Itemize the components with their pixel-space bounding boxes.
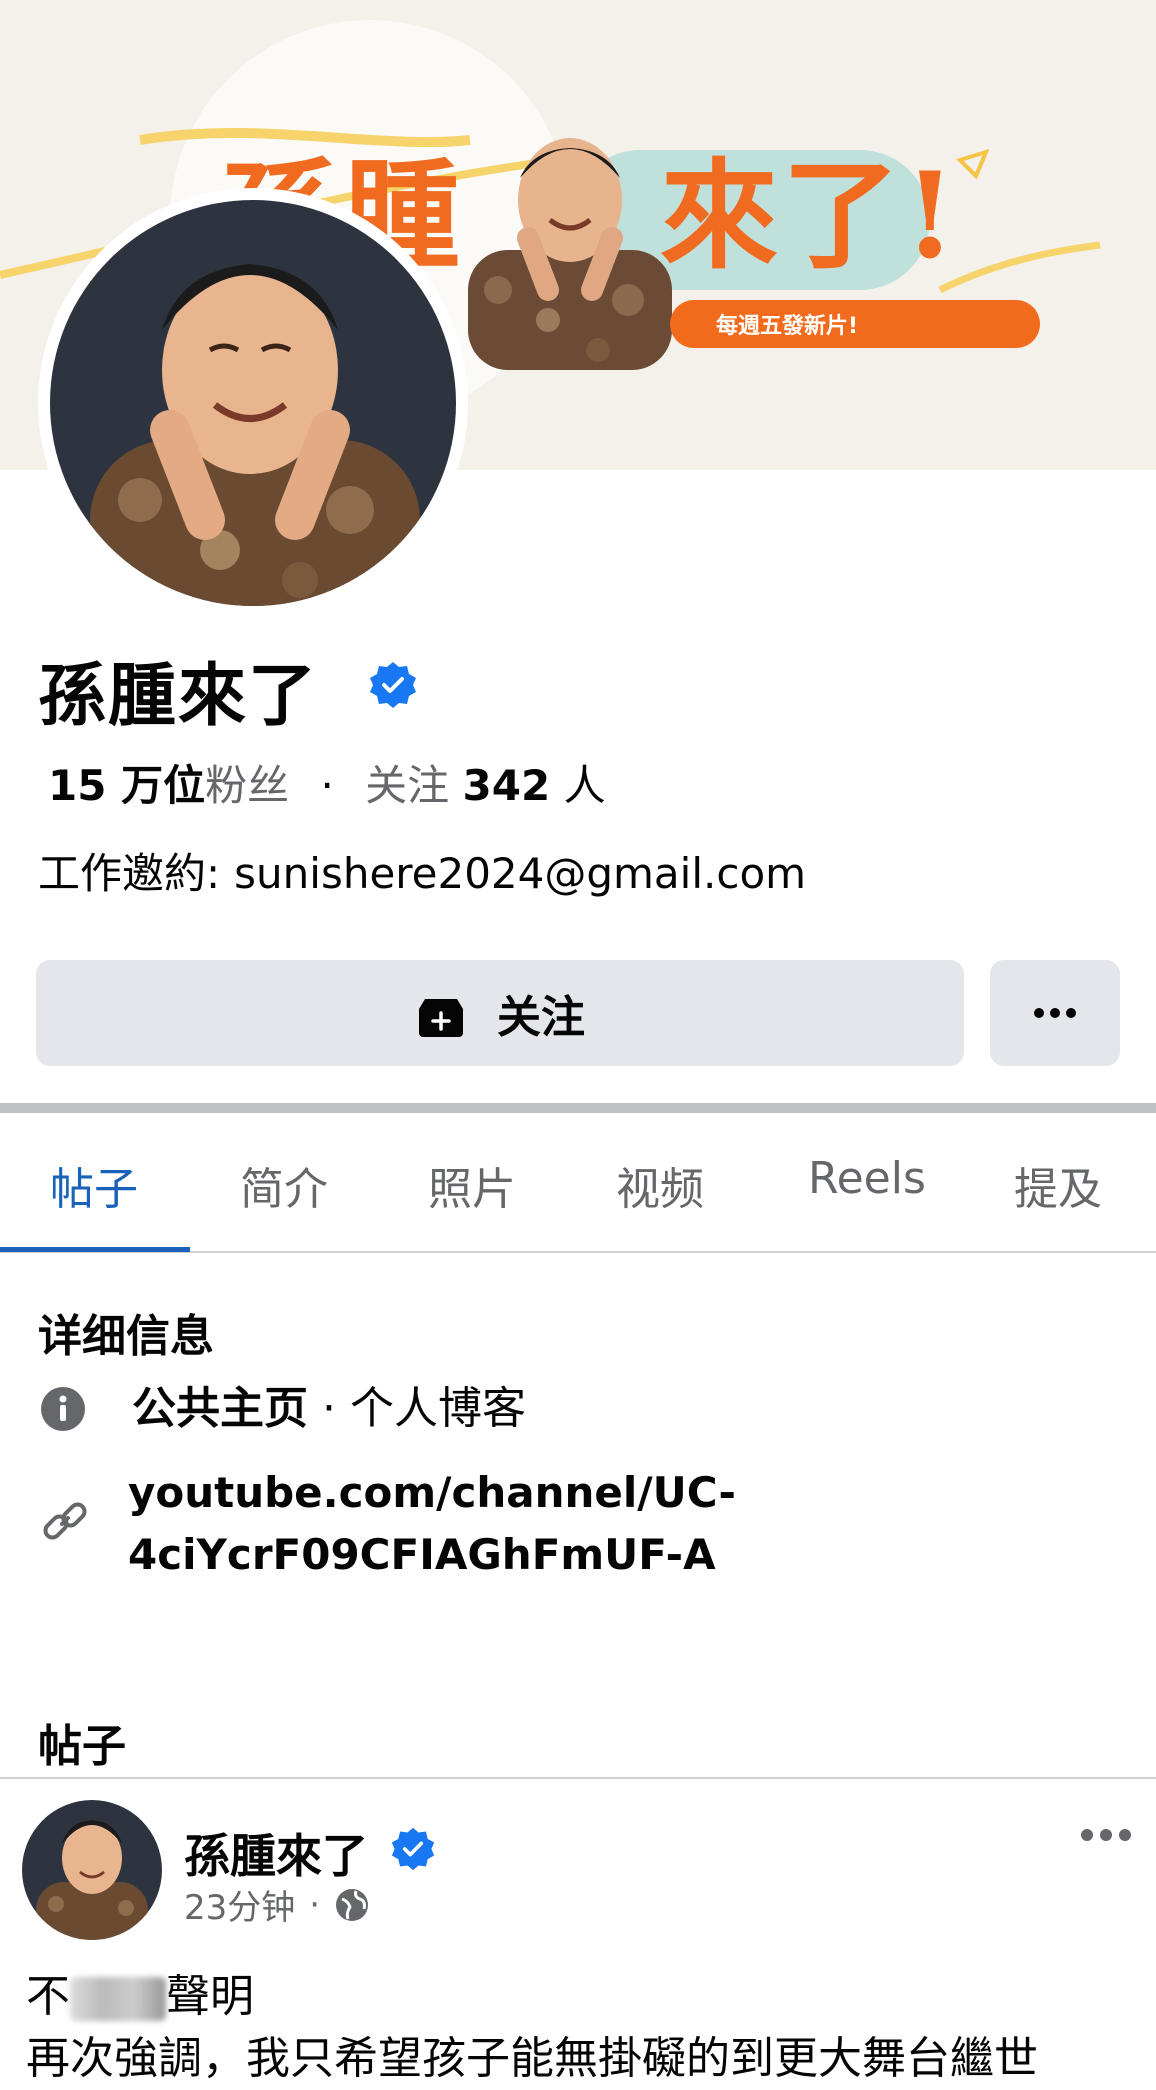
- post-author-avatar[interactable]: [22, 1800, 162, 1940]
- active-tab-indicator: [0, 1247, 190, 1252]
- followers-label: 粉丝: [205, 761, 290, 810]
- post-meta: 23分钟 ·: [184, 1880, 370, 1929]
- profile-avatar[interactable]: [38, 188, 468, 618]
- globe-icon: [336, 1888, 369, 1921]
- redacted-text: [70, 1977, 166, 2021]
- post-body-end: 聲明: [166, 1971, 254, 2022]
- section-divider: [0, 1103, 1156, 1113]
- profile-tabs: 帖子 简介 照片 视频 Reels 提及: [0, 1113, 1156, 1253]
- following-unit: 人: [563, 761, 606, 810]
- tab-about[interactable]: 简介: [240, 1153, 328, 1217]
- work-label: 工作邀約:: [38, 849, 221, 898]
- post-meta-separator: ·: [309, 1884, 321, 1925]
- tab-posts[interactable]: 帖子: [50, 1153, 138, 1217]
- stats-separator: ·: [320, 761, 334, 810]
- link-icon: [43, 1502, 87, 1540]
- page-title: 孫腫來了: [38, 657, 319, 736]
- tab-mentions[interactable]: 提及: [1014, 1153, 1102, 1217]
- post-options-icon[interactable]: [1080, 1828, 1132, 1842]
- link-text-block[interactable]: youtube.com/channel/UC- 4ciYcrF09CFIAGhF…: [128, 1462, 736, 1586]
- follow-page-icon: [419, 999, 463, 1037]
- avatar-photo: [50, 200, 456, 606]
- follow-button-label: 关注: [497, 992, 585, 1043]
- more-horizontal-icon: [1034, 1008, 1076, 1018]
- follow-button[interactable]: 关注: [36, 960, 964, 1066]
- post-body: 不 聲明 再次強調，我只希望孩子能無掛礙的到更大舞台繼世: [26, 1966, 1038, 2090]
- tab-reels[interactable]: Reels: [808, 1153, 926, 1204]
- work-contact: 工作邀約: sunishere2024@gmail.com: [38, 840, 806, 901]
- cover-schedule-pill: 每週五發新片!: [670, 300, 1040, 348]
- external-link-line1[interactable]: youtube.com/channel/UC-: [128, 1462, 736, 1524]
- more-options-button[interactable]: [990, 960, 1120, 1066]
- detail-category-text: 公共主页 · 个人博客: [132, 1378, 526, 1440]
- tab-videos[interactable]: 视频: [616, 1153, 704, 1217]
- post-author-name[interactable]: 孫腫來了: [184, 1820, 368, 1886]
- cover-title-right: 來了!: [660, 146, 960, 285]
- work-email[interactable]: sunishere2024@gmail.com: [234, 849, 806, 898]
- verified-badge-icon: [370, 662, 416, 708]
- tab-photos[interactable]: 照片: [428, 1153, 516, 1217]
- follower-stats[interactable]: 15 万位粉丝 · 关注 342 人: [48, 752, 606, 813]
- following-label: 关注: [365, 761, 450, 810]
- post-body-start: 不: [26, 1971, 70, 2022]
- category-value: · 个人博客: [308, 1383, 526, 1434]
- following-count: 342: [462, 761, 551, 810]
- detail-link-row[interactable]: youtube.com/channel/UC- 4ciYcrF09CFIAGhF…: [40, 1462, 736, 1586]
- followers-count: 15 万位: [48, 761, 206, 810]
- posts-heading: 帖子: [38, 1721, 126, 1772]
- post-verified-badge-icon: [391, 1827, 435, 1871]
- details-heading: 详细信息: [38, 1311, 214, 1362]
- post-body-line2: 再次強調，我只希望孩子能無掛礙的到更大舞台繼世: [26, 2033, 1038, 2084]
- info-icon: [41, 1387, 85, 1431]
- post-timestamp[interactable]: 23分钟: [184, 1880, 295, 1929]
- detail-category-row: 公共主页 · 个人博客: [40, 1378, 526, 1440]
- external-link-line2[interactable]: 4ciYcrF09CFIAGhFmUF-A: [128, 1524, 736, 1586]
- post-body-line1: 不 聲明: [26, 1966, 1038, 2028]
- posts-divider: [0, 1777, 1156, 1779]
- post-avatar-photo: [22, 1800, 162, 1940]
- cover-person-illustration: [468, 138, 672, 370]
- category-label: 公共主页: [132, 1383, 308, 1434]
